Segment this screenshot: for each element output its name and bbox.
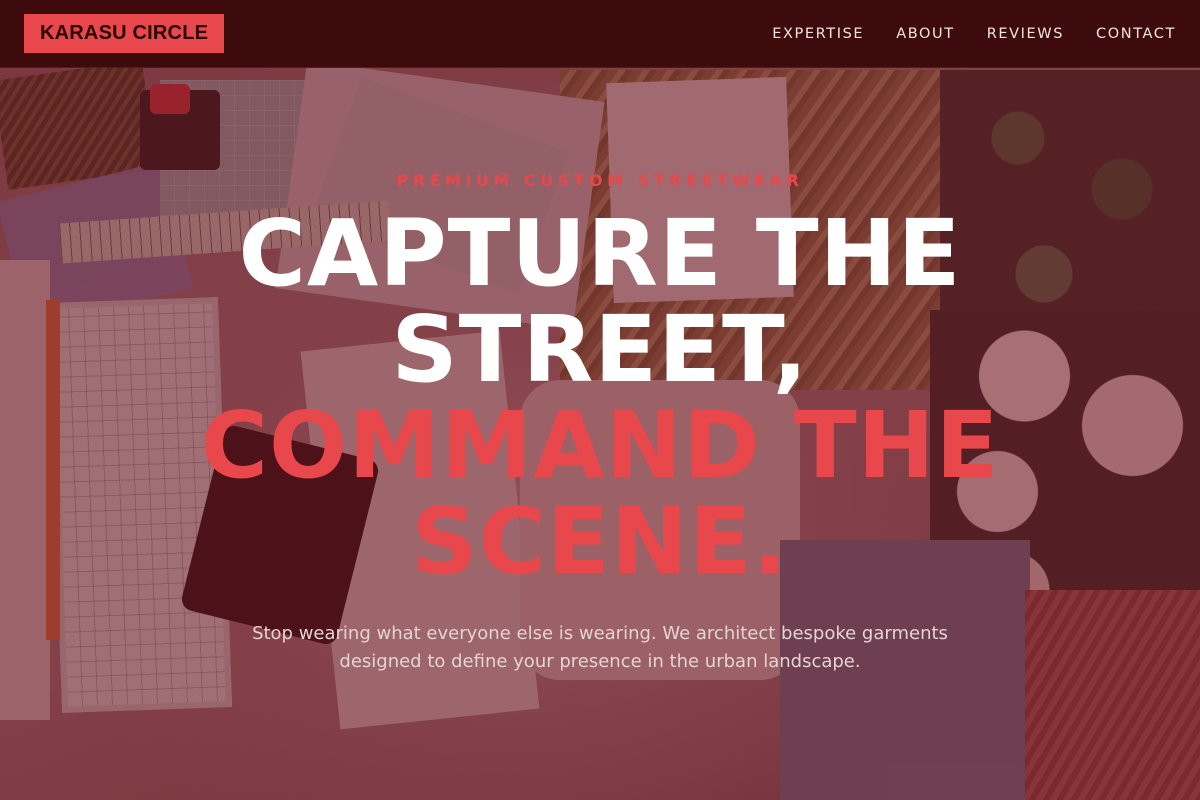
headline-line-1: CAPTURE THE	[238, 200, 962, 307]
hero-eyebrow: PREMIUM CUSTOM STREETWEAR	[396, 171, 804, 190]
hero-subtext: Stop wearing what everyone else is weari…	[252, 623, 948, 672]
nav-link-contact[interactable]: CONTACT	[1096, 26, 1176, 42]
headline-line-2: STREET,	[391, 296, 809, 403]
hero-section: PREMIUM CUSTOM STREETWEAR CAPTURE THE ST…	[0, 68, 1200, 800]
brand-logo[interactable]: KARASU CIRCLE	[24, 14, 225, 53]
nav-link-about[interactable]: ABOUT	[896, 26, 955, 42]
hero-headline: CAPTURE THE STREET, COMMAND THE SCENE.	[0, 206, 1200, 590]
nav-link-reviews[interactable]: REVIEWS	[987, 26, 1064, 42]
main-nav: EXPERTISE ABOUT REVIEWS CONTACT	[740, 26, 1176, 42]
headline-line-4: SCENE.	[411, 488, 789, 595]
site-header: KARASU CIRCLE EXPERTISE ABOUT REVIEWS CO…	[0, 0, 1200, 68]
nav-link-expertise[interactable]: EXPERTISE	[772, 26, 864, 42]
headline-line-3: COMMAND THE	[200, 392, 1000, 499]
